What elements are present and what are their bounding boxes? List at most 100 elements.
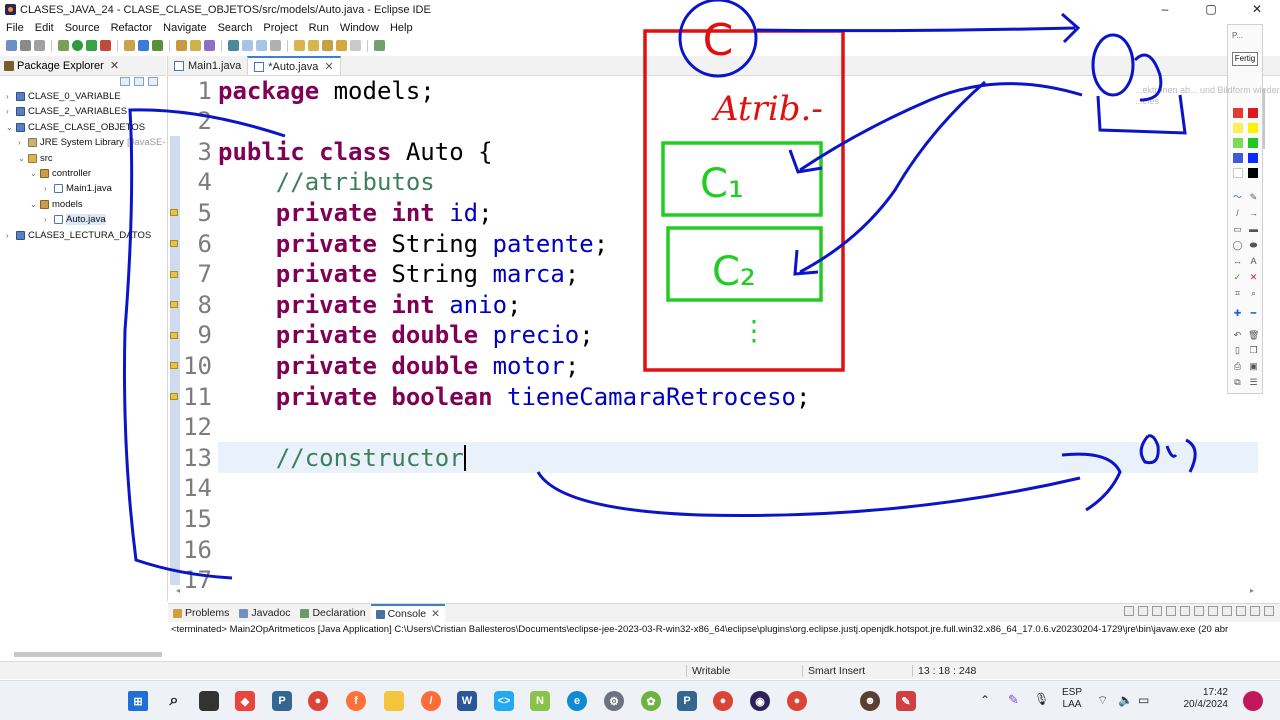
code-line[interactable]: 14	[180, 473, 218, 504]
external-tools-icon[interactable]	[100, 40, 111, 51]
previous-annotation-icon[interactable]	[308, 40, 319, 51]
horizontal-scrollbar[interactable]	[14, 652, 162, 657]
code-line[interactable]: 11 private boolean tieneCamaraRetroceso;	[180, 381, 810, 412]
scroll-lock-icon[interactable]	[1180, 606, 1190, 616]
code-line[interactable]: 4 //atributos	[180, 167, 435, 198]
check-mark-icon[interactable]: ✓	[1232, 273, 1243, 282]
scroll-right-icon[interactable]: ▸	[1250, 586, 1254, 595]
color-swatch[interactable]	[1248, 108, 1258, 118]
word-wrap-icon[interactable]	[1194, 606, 1204, 616]
new-package-icon[interactable]	[138, 40, 149, 51]
filled-ellipse-icon[interactable]: ⬬	[1248, 241, 1259, 250]
color-swatch[interactable]	[1233, 153, 1243, 163]
expand-twisty-icon[interactable]: ›	[18, 138, 26, 147]
tree-item[interactable]: ⌄ CLASE_CLASE_OBJETOS	[6, 120, 145, 135]
color-swatch[interactable]	[1248, 138, 1258, 148]
paint-icon[interactable]: ✎	[896, 691, 916, 711]
chrome-icon[interactable]: ●	[308, 691, 328, 711]
unused-field-warning-icon[interactable]	[170, 362, 178, 370]
debug-icon[interactable]	[58, 40, 69, 51]
unused-field-warning-icon[interactable]	[170, 240, 178, 247]
tree-item[interactable]: ⌄ controller	[30, 166, 91, 181]
unused-field-warning-icon[interactable]	[170, 209, 178, 217]
done-button[interactable]: Fertig	[1232, 52, 1258, 66]
save-all-icon[interactable]	[34, 40, 45, 51]
game-icon[interactable]: ☻	[860, 691, 880, 711]
tree-item[interactable]: › CLASE3_LECTURA_DATOS	[6, 228, 151, 243]
run-icon[interactable]	[72, 40, 83, 51]
expand-twisty-icon[interactable]: ⌄	[6, 123, 14, 132]
task-view-icon[interactable]	[199, 691, 219, 711]
code-line[interactable]: 15	[180, 503, 218, 534]
color-swatch[interactable]	[1233, 108, 1243, 118]
expand-twisty-icon[interactable]: ›	[6, 92, 14, 101]
code-line[interactable]: 2	[180, 106, 218, 137]
menu-navigate[interactable]: Navigate	[157, 22, 211, 34]
vscode-icon[interactable]: <>	[494, 691, 514, 711]
menu-window[interactable]: Window	[334, 22, 384, 34]
code-line[interactable]: 16	[180, 534, 218, 565]
block-selection-icon[interactable]	[256, 40, 267, 51]
delete-icon[interactable]: 🗑	[1248, 331, 1259, 340]
tree-item[interactable]: › CLASE_2_VARIABLES	[6, 104, 127, 119]
expand-twisty-icon[interactable]: ›	[6, 107, 14, 116]
menu-search[interactable]: Search	[212, 22, 258, 34]
plus-icon[interactable]: ✚	[1232, 309, 1243, 318]
eclipse-icon[interactable]: ◉	[750, 691, 770, 711]
close-button[interactable]: ✕	[1234, 0, 1280, 19]
expand-twisty-icon[interactable]: ⌄	[30, 169, 38, 178]
pin-console-icon[interactable]	[1208, 606, 1218, 616]
color-swatch[interactable]	[1248, 168, 1258, 178]
tab-javadoc[interactable]: Javadoc	[234, 607, 295, 619]
code-line[interactable]: 3 public class Auto {	[180, 136, 493, 167]
search-icon[interactable]: ⌕	[164, 691, 184, 711]
remove-launch-icon[interactable]	[1138, 606, 1148, 616]
menu-refactor[interactable]: Refactor	[105, 22, 158, 34]
ellipse-tool-icon[interactable]: ◯	[1232, 241, 1243, 250]
tree-item[interactable]: ⌄ src	[18, 151, 53, 166]
new-java-project-icon[interactable]	[124, 40, 135, 51]
remove-all-icon[interactable]	[1152, 606, 1162, 616]
back-icon[interactable]	[336, 40, 347, 51]
perspective-icon[interactable]	[374, 40, 385, 51]
filled-rectangle-icon[interactable]: ▬	[1248, 225, 1259, 234]
unused-field-warning-icon[interactable]	[170, 393, 178, 400]
tab-problems[interactable]: Problems	[168, 607, 234, 619]
tab-main1-java[interactable]: Main1.java	[168, 56, 247, 75]
windows-start-icon[interactable]: ⊞	[128, 691, 148, 711]
cross-mark-icon[interactable]: ✕	[1248, 273, 1259, 282]
code-line[interactable]: 7 private String marca;	[180, 259, 580, 290]
open-console-icon[interactable]	[1236, 606, 1246, 616]
color-swatch[interactable]	[1233, 123, 1243, 133]
coverage-icon[interactable]	[86, 40, 97, 51]
menu-source[interactable]: Source	[59, 22, 105, 34]
close-icon[interactable]: ✕	[110, 59, 119, 72]
close-icon[interactable]: ✕	[324, 60, 333, 73]
line-tool-icon[interactable]: /	[1232, 209, 1243, 218]
language-indicator[interactable]: ESP LAA	[1062, 687, 1082, 720]
menu-run[interactable]: Run	[303, 22, 334, 34]
maximize-button[interactable]: ▢	[1188, 0, 1234, 19]
settings-icon[interactable]: ⚙	[604, 691, 624, 711]
code-line[interactable]: 13 //constructor	[180, 442, 466, 473]
minimize-button[interactable]: –	[1142, 0, 1188, 19]
arrow-tool-icon[interactable]: →	[1248, 209, 1259, 218]
collapse-all-icon[interactable]	[120, 77, 130, 86]
screenshot-icon[interactable]: ⧉	[1232, 378, 1243, 387]
minimize-view-icon[interactable]	[1250, 606, 1260, 616]
menu-edit[interactable]: Edit	[29, 22, 59, 34]
close-icon[interactable]: ✕	[431, 608, 440, 620]
toggle-mark-icon[interactable]	[228, 40, 239, 51]
postgres-icon[interactable]: P	[272, 691, 292, 711]
spring-icon[interactable]: ✿	[641, 691, 661, 711]
unused-field-warning-icon[interactable]	[170, 270, 178, 278]
tray-overflow-icon[interactable]: ⌃	[980, 693, 990, 720]
word-icon[interactable]: W	[457, 691, 477, 711]
open-type-icon[interactable]	[176, 40, 187, 51]
tree-item[interactable]: › CLASE_0_VARIABLE	[6, 89, 121, 104]
battery-icon[interactable]: ▭	[1138, 693, 1149, 720]
open-task-icon[interactable]	[190, 40, 201, 51]
settings-icon[interactable]: ☰	[1248, 378, 1259, 387]
tab-declaration[interactable]: Declaration	[295, 607, 370, 619]
code-line[interactable]: 1 package models;	[180, 75, 435, 106]
